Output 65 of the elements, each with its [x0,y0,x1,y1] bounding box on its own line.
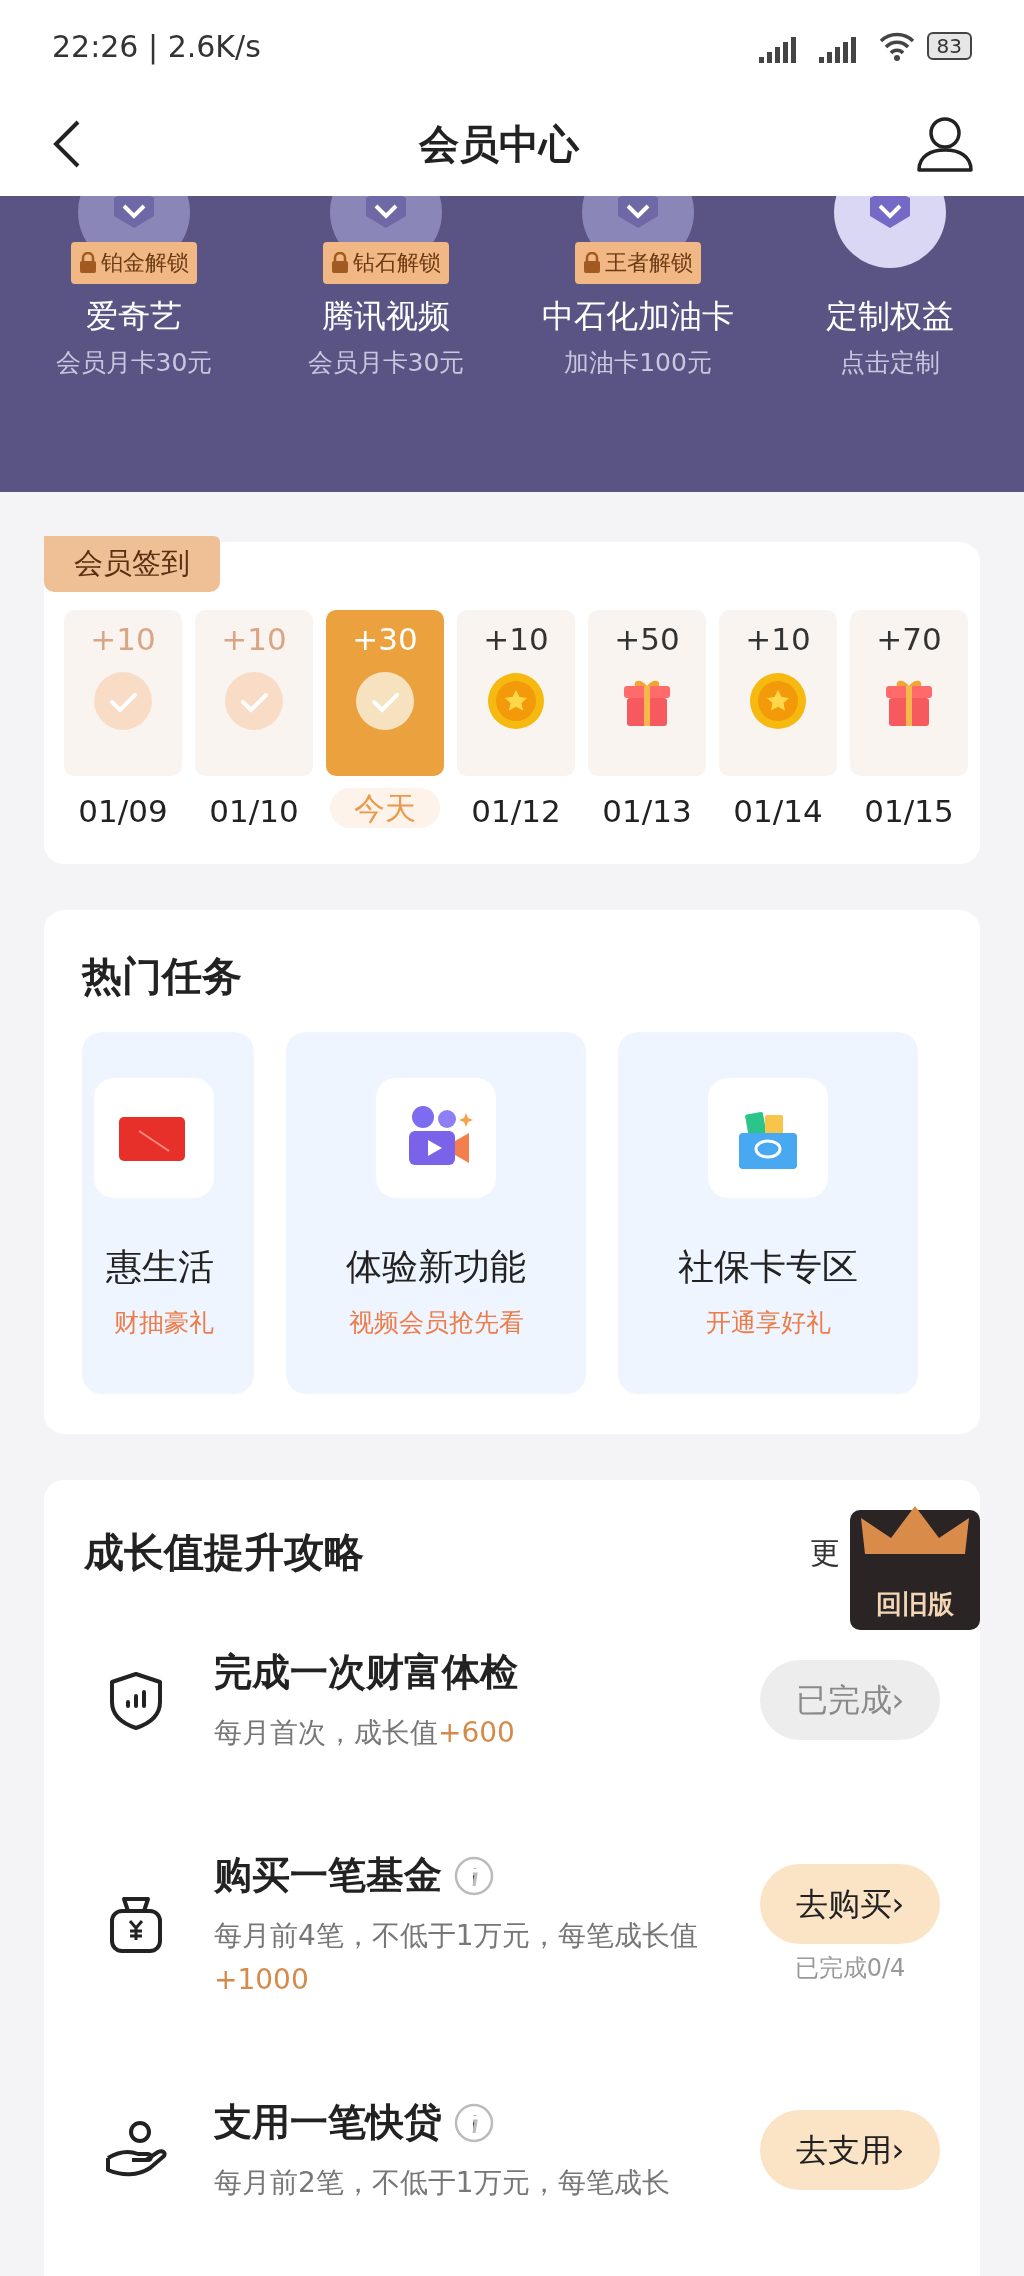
day-date: 01/09 [78,791,168,831]
task-card[interactable]: 社保卡专区 开通享好礼 [618,1032,918,1394]
check-icon [225,672,283,730]
benefit-desc: 点击定制 [840,347,940,379]
task-title: 完成一次财富体检 [214,1649,518,1696]
day-date: 今天 [330,787,440,828]
task-description: 每月首次，成长值+600 [214,1715,516,1751]
task-name: 社保卡专区 [678,1245,858,1289]
day-card[interactable]: +10 [457,609,575,776]
checkin-tag: 会员签到 [44,536,220,592]
check-icon [94,672,152,730]
day-date: 01/14 [733,791,823,831]
task-card[interactable]: 惠生活 财抽豪礼 [82,1032,254,1394]
day-points: +50 [614,619,680,659]
battery-indicator: 83 [926,32,972,60]
benefit-name[interactable]: 中石化加油卡 [542,292,734,340]
old-version-label: 回旧版 [876,1588,954,1621]
section-title: 热门任务 [80,952,243,1001]
day-card[interactable]: +70 [850,609,968,776]
benefit-name[interactable]: 腾讯视频 [322,292,450,340]
status-time: 22:26 | 2.6K/s [52,27,261,67]
task-description: 每月前4笔，不低于1万元，每笔成长值 +1000 [214,1918,699,1998]
day-points: +10 [483,619,549,659]
progress-text: 已完成0/4 [794,1952,906,1984]
lock-label: 王者解锁 [605,249,693,277]
user-icon[interactable] [916,115,974,173]
day-date: 01/10 [209,791,299,831]
coin-icon [749,672,807,730]
lock-label: 钻石解锁 [353,249,441,277]
lock-icon [79,252,97,274]
day-card[interactable]: +50 [588,609,706,776]
task-title: 购买一笔基金 [214,1852,442,1899]
day-date: 01/15 [864,791,954,831]
task-name: 惠生活 [106,1245,214,1289]
task-name: 体验新功能 [346,1245,526,1289]
day-points: +10 [745,619,811,659]
task-desc: 财抽豪礼 [114,1307,214,1339]
benefit-desc: 会员月卡30元 [307,347,465,379]
day-points: +70 [876,619,942,659]
benefit-desc: 加油卡100元 [564,347,712,379]
task-desc: 视频会员抢先看 [348,1307,524,1339]
check-icon [356,672,414,730]
more-link[interactable]: 更 [810,1529,840,1575]
section-title: 成长值提升攻略 [84,1528,364,1577]
benefit-desc: 会员月卡30元 [55,347,213,379]
lock-icon [331,252,349,274]
task-action-button[interactable]: 去购买› [760,1863,940,1944]
day-card[interactable]: +10 [719,609,837,776]
coin-icon [487,672,545,730]
benefit-name[interactable]: 定制权益 [826,292,954,340]
wifi-icon [878,31,915,61]
day-points: +10 [221,619,287,659]
day-points: +30 [352,619,418,659]
task-action-button[interactable]: 去支用› [760,2109,940,2190]
day-date: 01/13 [602,791,692,831]
task-title: 支用一笔快贷 [214,2099,442,2146]
benefit-name[interactable]: 爱奇艺 [86,292,182,340]
page-title: 会员中心 [419,120,579,169]
task-desc: 开通享好礼 [705,1307,831,1339]
task-description: 每月前2笔，不低于1万元，每笔成长 [214,2165,671,2201]
day-date: 01/12 [471,791,561,831]
lock-icon [583,252,601,274]
task-card[interactable]: 体验新功能 视频会员抢先看 [286,1032,586,1394]
day-points: +10 [90,619,156,659]
lock-label: 铂金解锁 [101,249,189,277]
